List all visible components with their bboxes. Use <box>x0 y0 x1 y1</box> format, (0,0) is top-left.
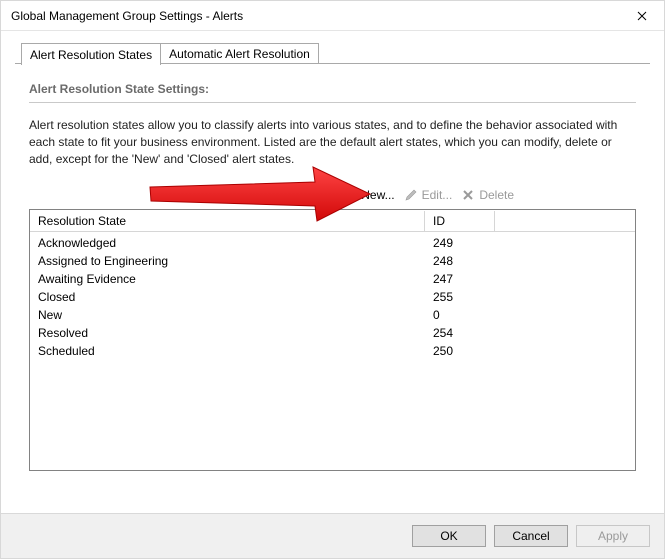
titlebar: Global Management Group Settings - Alert… <box>1 1 664 31</box>
delete-icon <box>460 187 476 203</box>
new-button[interactable]: New... <box>342 187 394 203</box>
table-row[interactable]: Acknowledged249 <box>30 234 635 252</box>
table-row[interactable]: New0 <box>30 306 635 324</box>
grid-body: Acknowledged249Assigned to Engineering24… <box>30 232 635 360</box>
tab-strip: Alert Resolution States Automatic Alert … <box>21 43 650 64</box>
delete-button[interactable]: Delete <box>460 187 514 203</box>
edit-label: Edit... <box>422 188 453 202</box>
cell-state: Awaiting Evidence <box>30 272 425 286</box>
cell-state: New <box>30 308 425 322</box>
apply-button[interactable]: Apply <box>576 525 650 547</box>
states-grid: Resolution State ID Acknowledged249Assig… <box>29 209 636 471</box>
delete-label: Delete <box>479 188 514 202</box>
close-button[interactable] <box>619 1 664 31</box>
tab-automatic-alert-resolution[interactable]: Automatic Alert Resolution <box>160 43 319 64</box>
cancel-button[interactable]: Cancel <box>494 525 568 547</box>
tab-label: Alert Resolution States <box>30 48 152 62</box>
dialog-button-bar: OK Cancel Apply <box>1 513 664 558</box>
cell-id: 254 <box>425 326 495 340</box>
section-description: Alert resolution states allow you to cla… <box>29 103 636 167</box>
table-row[interactable]: Assigned to Engineering248 <box>30 252 635 270</box>
tab-panel: Alert Resolution State Settings: Alert r… <box>15 63 650 485</box>
section-title: Alert Resolution State Settings: <box>29 74 636 102</box>
table-row[interactable]: Awaiting Evidence247 <box>30 270 635 288</box>
column-header-state[interactable]: Resolution State <box>30 211 425 232</box>
client-area: Alert Resolution States Automatic Alert … <box>1 31 664 486</box>
cell-state: Acknowledged <box>30 236 425 250</box>
plus-icon <box>342 187 358 203</box>
tab-label: Automatic Alert Resolution <box>169 47 310 61</box>
close-icon <box>637 11 647 21</box>
toolbar: New... Edit... Delete <box>29 167 636 209</box>
cell-id: 248 <box>425 254 495 268</box>
table-row[interactable]: Scheduled250 <box>30 342 635 360</box>
new-label: New... <box>361 188 394 202</box>
cell-state: Scheduled <box>30 344 425 358</box>
ok-button[interactable]: OK <box>412 525 486 547</box>
grid-header: Resolution State ID <box>30 210 635 232</box>
cell-state: Assigned to Engineering <box>30 254 425 268</box>
cell-id: 247 <box>425 272 495 286</box>
cell-id: 0 <box>425 308 495 322</box>
edit-button[interactable]: Edit... <box>403 187 453 203</box>
cell-state: Resolved <box>30 326 425 340</box>
cell-id: 250 <box>425 344 495 358</box>
table-row[interactable]: Resolved254 <box>30 324 635 342</box>
column-header-id[interactable]: ID <box>425 211 495 232</box>
pencil-icon <box>403 187 419 203</box>
cell-state: Closed <box>30 290 425 304</box>
window-title: Global Management Group Settings - Alert… <box>11 9 619 23</box>
column-header-spacer <box>495 210 635 232</box>
cell-id: 249 <box>425 236 495 250</box>
table-row[interactable]: Closed255 <box>30 288 635 306</box>
cell-id: 255 <box>425 290 495 304</box>
tab-alert-resolution-states[interactable]: Alert Resolution States <box>21 43 161 65</box>
